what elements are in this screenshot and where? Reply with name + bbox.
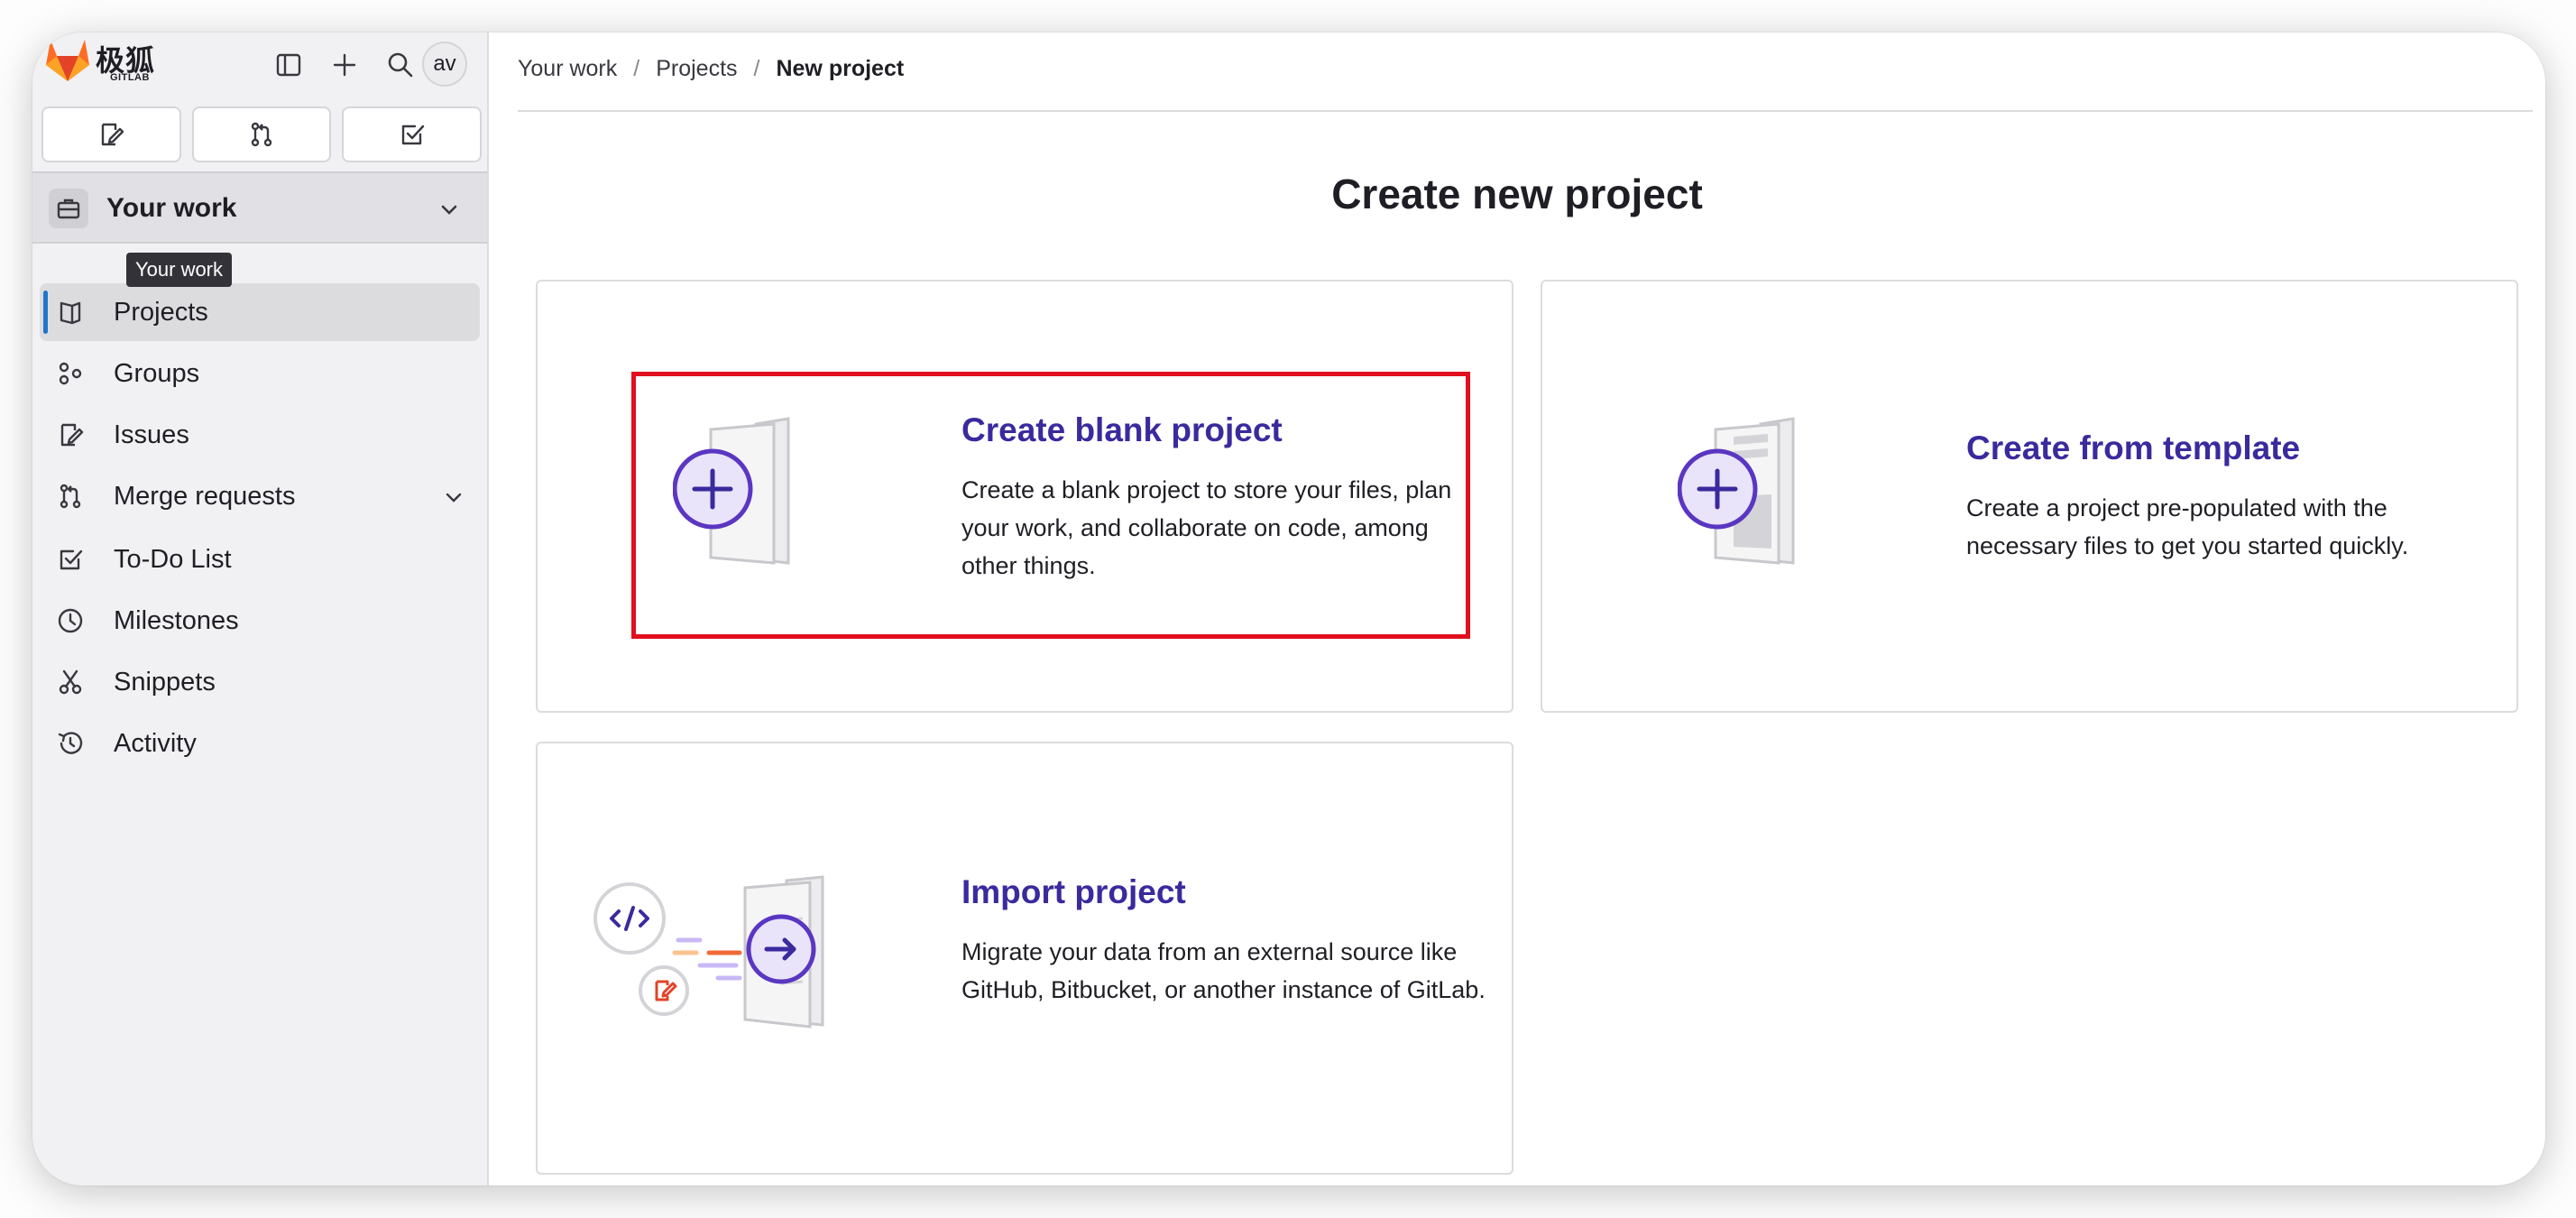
header-divider	[518, 110, 2533, 112]
group-icon	[56, 359, 85, 388]
snippet-icon	[56, 668, 85, 697]
breadcrumb-new-project: New project	[776, 56, 905, 81]
your-work-section-toggle[interactable]: Your work	[32, 171, 487, 244]
sidebar-header: 极狐 GITLAB av	[32, 32, 487, 96]
sidebar: 极狐 GITLAB av Your work Projects Groups I…	[32, 32, 489, 1186]
plus-icon[interactable]	[327, 47, 363, 83]
sidebar-item-label: Groups	[114, 359, 200, 388]
briefcase-icon	[49, 189, 88, 228]
merge-requests-shortcut-button[interactable]	[191, 106, 332, 162]
sidebar-item-milestones[interactable]: Milestones	[40, 592, 480, 650]
card-description: Create a project pre-populated with the …	[1966, 494, 2409, 559]
card-title[interactable]: Create from template	[1966, 429, 2300, 467]
issues-icon	[56, 420, 85, 449]
merge-request-icon	[56, 482, 85, 511]
card-description: Migrate your data from an external sourc…	[961, 938, 1486, 1003]
sidebar-item-label: Issues	[114, 420, 189, 449]
chevron-down-icon	[441, 205, 457, 215]
breadcrumb-projects[interactable]: Projects	[656, 56, 737, 82]
sidebar-item-groups[interactable]: Groups	[40, 345, 480, 402]
todo-icon	[56, 545, 85, 574]
user-avatar[interactable]: av	[422, 42, 467, 87]
sidebar-item-merge-requests[interactable]: Merge requests	[40, 467, 480, 525]
chevron-down-icon[interactable]	[442, 485, 465, 509]
sidebar-item-activity[interactable]: Activity	[40, 715, 480, 772]
breadcrumb: Your work / Projects / New project	[518, 56, 904, 82]
merge-request-icon	[251, 122, 272, 147]
sidebar-item-label: Projects	[114, 298, 208, 327]
tooltip: Your work	[126, 253, 233, 287]
template-illustration	[1678, 417, 1795, 565]
issues-shortcut-button[interactable]	[41, 106, 181, 162]
todo-icon	[401, 125, 424, 145]
sidebar-item-label: To-Do List	[114, 545, 232, 574]
breadcrumb-separator: /	[753, 56, 760, 81]
toggle-sidebar-icon[interactable]	[271, 47, 307, 83]
todos-shortcut-button[interactable]	[342, 106, 483, 162]
sidebar-item-projects[interactable]: Projects	[40, 283, 480, 341]
search-icon[interactable]	[382, 47, 419, 83]
sidebar-item-label: Activity	[114, 729, 197, 758]
browser-window: 极狐 GITLAB av Your work Projects Groups I…	[32, 32, 2545, 1186]
milestone-icon	[56, 606, 85, 635]
activity-icon	[56, 729, 85, 758]
sidebar-item-snippets[interactable]: Snippets	[40, 653, 480, 711]
issues-icon	[102, 123, 124, 146]
breadcrumb-your-work[interactable]: Your work	[518, 56, 617, 82]
import-project-card[interactable]: Import project Migrate your data from an…	[536, 742, 1513, 1175]
sidebar-item-label: Milestones	[114, 606, 239, 635]
highlight-box	[631, 372, 1470, 639]
quick-actions	[41, 106, 483, 162]
sidebar-item-label: Snippets	[114, 668, 216, 697]
sidebar-item-todo-list[interactable]: To-Do List	[40, 531, 480, 588]
card-title[interactable]: Import project	[961, 873, 1186, 911]
project-icon	[56, 298, 85, 327]
create-from-template-card[interactable]: Create from template Create a project pr…	[1541, 280, 2518, 713]
gitlab-logo[interactable]	[41, 34, 94, 85]
page-title: Create new project	[1331, 171, 1703, 217]
section-title: Your work	[106, 193, 237, 223]
sidebar-item-label: Merge requests	[114, 482, 296, 511]
breadcrumb-separator: /	[633, 56, 640, 81]
sidebar-item-issues[interactable]: Issues	[40, 406, 480, 464]
import-illustration	[593, 875, 824, 1029]
brand-subtitle: GITLAB	[110, 72, 150, 83]
main-content: Your work / Projects / New project Creat…	[489, 32, 2545, 1186]
